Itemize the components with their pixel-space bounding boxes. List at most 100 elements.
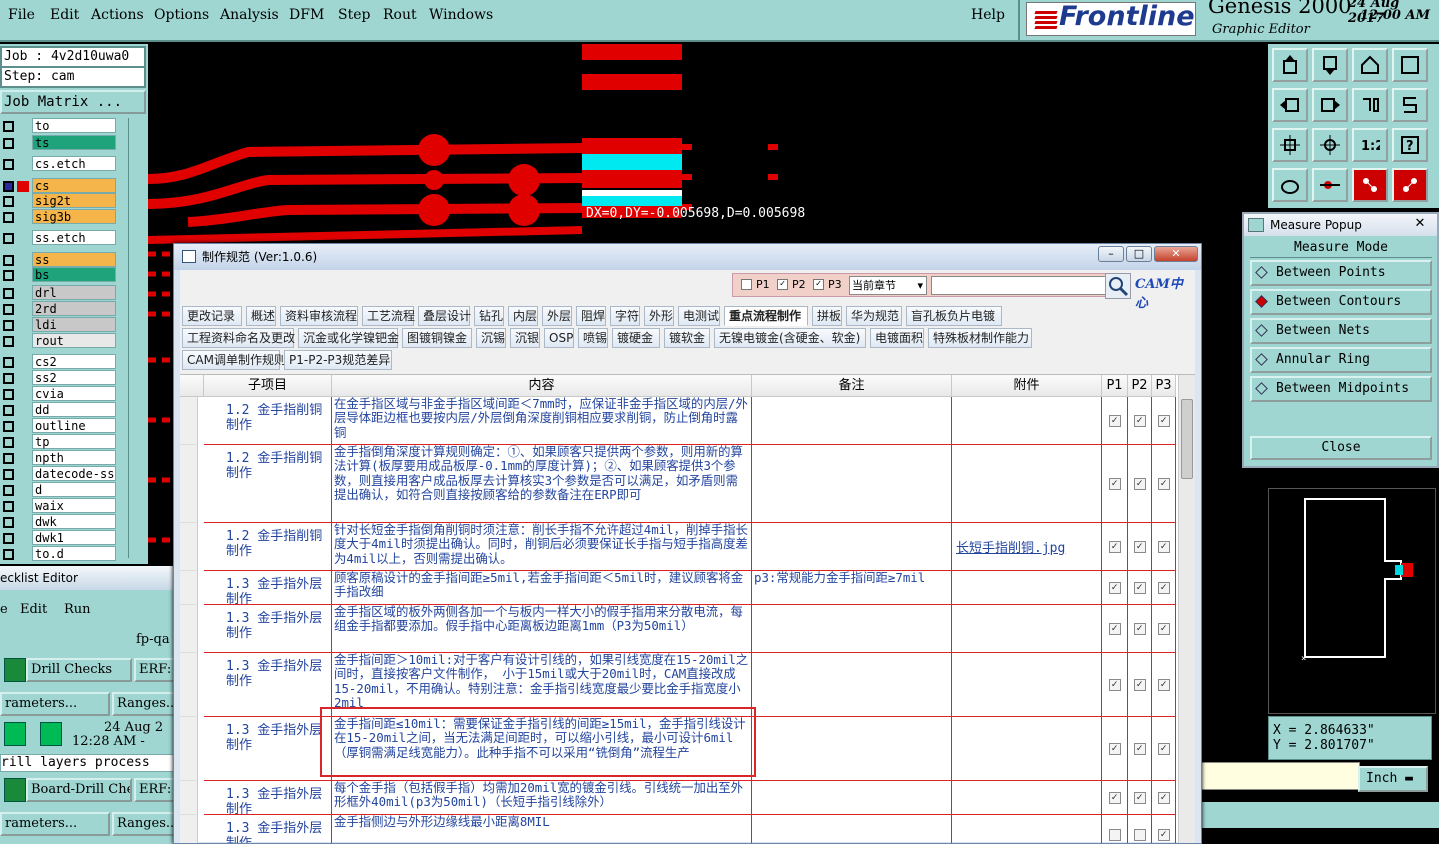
layer-row[interactable]: d	[0, 482, 148, 498]
column-header[interactable]: P2	[1128, 375, 1152, 397]
tab-tabs_row1-7[interactable]: 外层	[542, 306, 572, 326]
layer-visibility-checkbox[interactable]	[3, 517, 14, 528]
layer-visibility-checkbox[interactable]	[3, 121, 14, 132]
column-header[interactable]: 内容	[332, 375, 752, 397]
pan-right-icon[interactable]	[1312, 88, 1348, 122]
tab-tabs_row2-9[interactable]: 无镍电镀金(含硬金、软金)	[714, 328, 866, 348]
layer-visibility-checkbox[interactable]	[3, 405, 14, 416]
tab-tabs_row1-10[interactable]: 外形	[644, 306, 674, 326]
table-scrollbar[interactable]	[1178, 375, 1195, 843]
layer-visibility-checkbox[interactable]	[3, 501, 14, 512]
row-header[interactable]	[180, 781, 198, 815]
parameters-button-1[interactable]: rameters...	[0, 692, 110, 716]
net-highlight-icon[interactable]	[1352, 168, 1388, 202]
layer-visibility-checkbox[interactable]	[3, 373, 14, 384]
attachment-link[interactable]: 长短手指削铜.jpg	[952, 523, 1102, 571]
p2-checkbox[interactable]: ✓	[1133, 540, 1146, 553]
scope-select[interactable]: 当前章节 ▾	[849, 276, 927, 295]
drill-checks-icon[interactable]	[4, 658, 26, 682]
tab-tabs_row2-3[interactable]: 沉锡	[476, 328, 506, 348]
menu-edit[interactable]: Edit	[50, 7, 79, 23]
row-header[interactable]	[180, 605, 198, 653]
row-header[interactable]	[180, 445, 198, 523]
layer-visibility-checkbox[interactable]	[3, 421, 14, 432]
tab-tabs_row1-9[interactable]: 字符	[610, 306, 640, 326]
tab-tabs_row2-8[interactable]: 镀软金	[664, 328, 710, 348]
p1-checkbox[interactable]: ✓	[1108, 414, 1121, 427]
measure-option[interactable]: Annular Ring	[1250, 347, 1432, 373]
tab-tabs_row1-13[interactable]: 拼板	[812, 306, 842, 326]
net-connect-icon[interactable]	[1392, 168, 1428, 202]
layer-row[interactable]: cs.etch	[0, 156, 148, 172]
zoom-ratio-icon[interactable]: 1:2	[1352, 128, 1388, 162]
p2-checkbox[interactable]: ✓	[1133, 678, 1146, 691]
tab-tabs_row1-0[interactable]: 更改记录	[182, 306, 242, 326]
tab-tabs_row1-14[interactable]: 华为规范	[846, 306, 902, 326]
board-drill-icon[interactable]	[4, 778, 26, 802]
layer-visibility-checkbox[interactable]	[3, 304, 14, 315]
layer-row[interactable]: ss.etch	[0, 230, 148, 246]
layer-visibility-checkbox[interactable]	[3, 357, 14, 368]
p3-checkbox[interactable]: ✓	[1157, 742, 1170, 755]
tab-tabs_row1-1[interactable]: 概述	[246, 306, 276, 326]
p2-checkbox[interactable]: ✓	[1133, 742, 1146, 755]
scroll-thumb[interactable]	[1181, 399, 1193, 479]
pan-down-icon[interactable]	[1312, 48, 1348, 82]
p1-checkbox[interactable]: ✓	[1108, 581, 1121, 594]
help-icon[interactable]: ?	[1392, 128, 1428, 162]
p3-checkbox[interactable]: ✓	[1157, 828, 1170, 841]
measure-option[interactable]: Between Midpoints	[1250, 376, 1432, 402]
layer-visibility-checkbox[interactable]	[3, 336, 14, 347]
layer-visibility-checkbox[interactable]	[3, 159, 14, 170]
layer-visibility-checkbox[interactable]	[3, 255, 14, 266]
menu-step[interactable]: Step	[338, 7, 370, 23]
tab-tabs_row2-10[interactable]: 电镀面积	[870, 328, 924, 348]
layer-visibility-checkbox[interactable]	[3, 437, 14, 448]
layer-row[interactable]: cs	[0, 178, 148, 194]
p1-checkbox[interactable]: ✓	[1108, 678, 1121, 691]
checklist-menu-e[interactable]: e	[0, 602, 8, 617]
p1-checkbox[interactable]: ✓	[1108, 622, 1121, 635]
table-row[interactable]: 1.3 金手指外层制作 顾客原稿设计的金手指间距≥5mil,若金手指间距＜5mil…	[180, 571, 1178, 605]
tab-tabs_row2-7[interactable]: 镀硬金	[612, 328, 660, 348]
table-row[interactable]: 1.3 金手指外层制作金手指侧边与外形边缘线最小距离8MIL ✓	[180, 815, 1178, 843]
column-header[interactable]: P1	[1102, 375, 1128, 397]
p3-checkbox[interactable]: ✓	[1157, 414, 1170, 427]
p2-checkbox[interactable]: ✓	[1133, 622, 1146, 635]
row-header[interactable]	[180, 571, 198, 605]
tab-tabs_row2-1[interactable]: 沉金或化学镍钯金	[298, 328, 399, 348]
measure-tool-icon[interactable]	[1312, 168, 1348, 202]
p2-checkbox[interactable]: ✓	[1133, 581, 1146, 594]
maximize-icon[interactable]: □	[1126, 246, 1152, 262]
erf-button-2[interactable]: ERF:	[134, 778, 176, 802]
tab-tabs_row1-5[interactable]: 钻孔	[474, 306, 504, 326]
menu-help[interactable]: Help	[971, 7, 1005, 23]
tab-tabs_row1-11[interactable]: 电测试	[678, 306, 720, 326]
menu-options[interactable]: Options	[154, 7, 209, 23]
layer-row[interactable]: dwk	[0, 514, 148, 530]
row-header[interactable]	[180, 523, 198, 571]
row-header[interactable]	[180, 397, 198, 445]
p3-filter-checkbox[interactable]: ✓	[813, 279, 824, 290]
p3-checkbox[interactable]: ✓	[1157, 791, 1170, 804]
tab-tabs_row2-2[interactable]: 图镀铜镍金	[402, 328, 472, 348]
ranges-button-2[interactable]: Ranges...	[112, 812, 176, 836]
checklist-menu-run[interactable]: Run	[64, 602, 91, 617]
column-header[interactable]: 备注	[752, 375, 952, 397]
zoom-fit-icon[interactable]	[1272, 128, 1308, 162]
p2-filter-checkbox[interactable]: ✓	[777, 279, 788, 290]
layer-row[interactable]: npth	[0, 450, 148, 466]
layer-row[interactable]: bs	[0, 267, 148, 283]
tab-tabs_row3-1[interactable]: P1-P2-P3规范差异	[284, 350, 392, 370]
layer-row[interactable]: ldi	[0, 317, 148, 333]
row-header[interactable]	[180, 815, 198, 843]
layer-visibility-checkbox[interactable]	[3, 212, 14, 223]
tab-tabs_row3-0[interactable]: CAM调单制作规则	[182, 350, 286, 370]
layer-visibility-checkbox[interactable]	[3, 233, 14, 244]
layer-visibility-checkbox[interactable]	[3, 138, 14, 149]
p3-checkbox[interactable]: ✓	[1157, 581, 1170, 594]
p1-checkbox[interactable]: ✓	[1108, 540, 1121, 553]
layer-row[interactable]: datecode-ss	[0, 466, 148, 482]
p3-checkbox[interactable]: ✓	[1157, 678, 1170, 691]
pan-up-icon[interactable]	[1272, 48, 1308, 82]
